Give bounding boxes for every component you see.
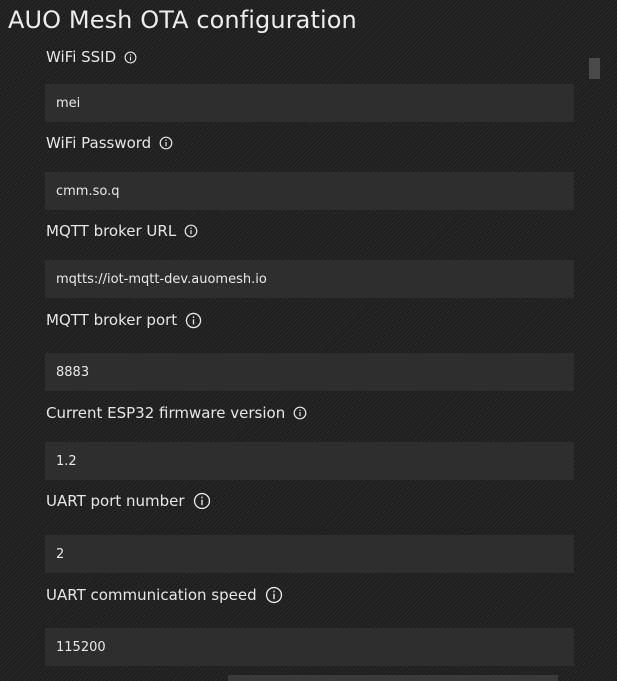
info-circle-icon[interactable] bbox=[184, 224, 198, 238]
info-circle-icon[interactable] bbox=[265, 586, 283, 604]
info-circle-icon[interactable] bbox=[159, 136, 173, 150]
info-circle-icon[interactable] bbox=[193, 492, 211, 510]
scrollbar-thumb[interactable] bbox=[589, 58, 600, 79]
mqtt-broker-url-label: MQTT broker URL bbox=[46, 222, 177, 240]
uart-port-label-row: UART port number bbox=[46, 490, 211, 512]
firmware-version-input[interactable] bbox=[45, 442, 574, 480]
mqtt-broker-url-label-row: MQTT broker URL bbox=[46, 220, 198, 242]
mqtt-broker-port-label: MQTT broker port bbox=[46, 311, 178, 329]
uart-port-input[interactable] bbox=[45, 535, 574, 573]
wifi-ssid-input[interactable] bbox=[45, 84, 574, 122]
uart-speed-input[interactable] bbox=[45, 628, 574, 666]
wifi-password-input[interactable] bbox=[45, 172, 574, 210]
firmware-version-label: Current ESP32 firmware version bbox=[46, 404, 286, 422]
wifi-password-label-row: WiFi Password bbox=[46, 132, 173, 154]
bottom-panel-edge bbox=[228, 675, 558, 681]
wifi-password-label: WiFi Password bbox=[46, 134, 152, 152]
mqtt-broker-url-input[interactable] bbox=[45, 260, 574, 298]
firmware-version-label-row: Current ESP32 firmware version bbox=[46, 402, 307, 424]
ota-config-page: AUO Mesh OTA configuration WiFi SSID WiF… bbox=[0, 0, 617, 681]
uart-speed-label: UART communication speed bbox=[46, 586, 257, 604]
info-circle-icon[interactable] bbox=[293, 406, 307, 420]
uart-port-label: UART port number bbox=[46, 492, 185, 510]
vertical-scrollbar[interactable] bbox=[586, 52, 602, 681]
wifi-ssid-label-row: WiFi SSID bbox=[46, 46, 137, 68]
info-circle-icon[interactable] bbox=[124, 51, 137, 64]
wifi-ssid-label: WiFi SSID bbox=[46, 48, 117, 66]
config-form: WiFi SSID WiFi Password MQTT broker URL … bbox=[0, 0, 617, 681]
uart-speed-label-row: UART communication speed bbox=[46, 584, 283, 606]
info-circle-icon[interactable] bbox=[185, 312, 202, 329]
mqtt-broker-port-input[interactable] bbox=[45, 353, 574, 391]
mqtt-broker-port-label-row: MQTT broker port bbox=[46, 309, 202, 331]
